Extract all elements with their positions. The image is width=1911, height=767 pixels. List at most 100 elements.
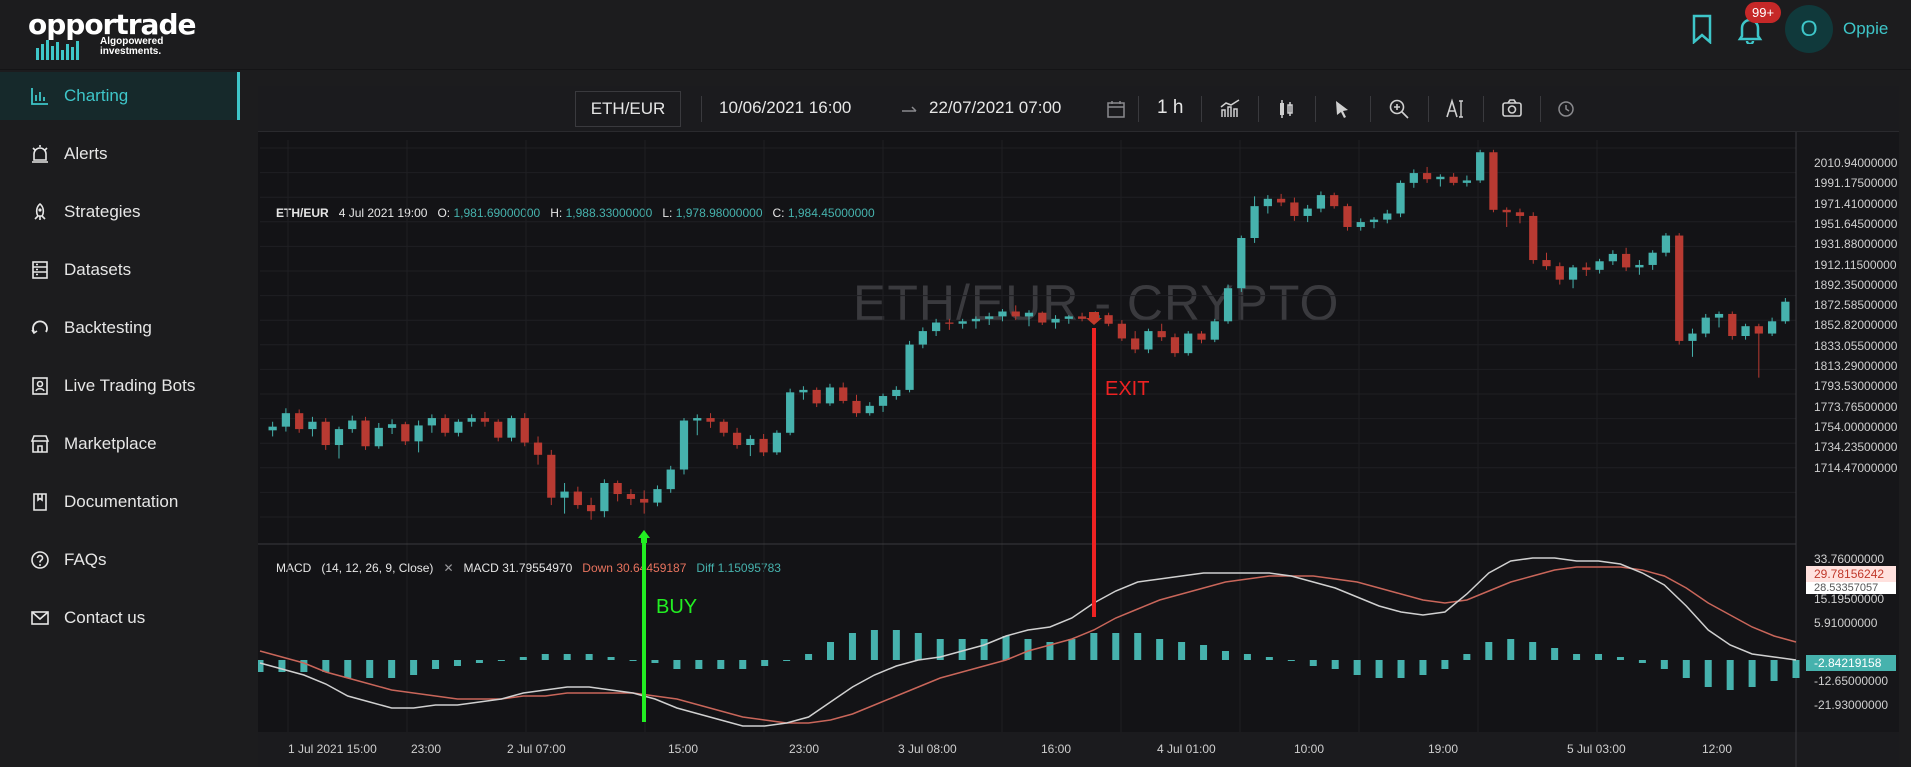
- toolbar-divider: [1540, 96, 1541, 122]
- macd-histogram-bar: [980, 639, 988, 660]
- macd-histogram-bar: [848, 633, 856, 660]
- calendar-icon[interactable]: [1105, 98, 1127, 120]
- macd-histogram-bar: [1112, 633, 1120, 660]
- candle-body: [1502, 209, 1511, 213]
- time-tick-label: 12:00: [1702, 742, 1733, 756]
- sidebar-item-datasets[interactable]: Datasets: [0, 246, 240, 294]
- macd-histogram-bar: [673, 660, 681, 669]
- candlestick-type-icon[interactable]: [1275, 98, 1297, 120]
- sidebar-item-backtesting[interactable]: Backtesting: [0, 304, 240, 352]
- end-date-input[interactable]: 22/07/2021 07:00: [929, 98, 1061, 118]
- logo-bars-icon: [36, 40, 79, 60]
- sidebar-item-alerts[interactable]: Alerts: [0, 130, 240, 178]
- candle-body: [374, 427, 383, 447]
- sidebar-item-marketplace[interactable]: Marketplace: [0, 420, 240, 468]
- cursor-icon[interactable]: [1331, 98, 1353, 120]
- screenshot-icon[interactable]: [1501, 98, 1523, 120]
- candle-body: [520, 418, 529, 443]
- price-tick-label: 1714.47000000: [1814, 460, 1898, 475]
- chart-area[interactable]: ETH/EUR 10/06/2021 16:00 22/07/2021 07:0…: [258, 86, 1899, 767]
- candle-body: [719, 421, 728, 433]
- candle-body: [1290, 202, 1299, 216]
- candle-body: [626, 494, 636, 499]
- macd-tick-label: 5.91000000: [1814, 616, 1878, 630]
- time-tick-label: 15:00: [668, 742, 699, 756]
- sidebar-item-label: Datasets: [64, 260, 132, 279]
- macd-histogram-bar: [870, 630, 878, 660]
- symbol-selector[interactable]: ETH/EUR: [575, 91, 681, 127]
- candle-body: [1250, 206, 1259, 238]
- avatar[interactable]: O: [1785, 5, 1833, 53]
- clock-icon[interactable]: [1557, 100, 1575, 118]
- sidebar-item-live-trading-bots[interactable]: Live Trading Bots: [0, 362, 240, 410]
- candle-body: [1476, 152, 1485, 181]
- document-icon: [33, 493, 47, 511]
- sidebar-item-faqs[interactable]: FAQs: [0, 536, 240, 584]
- candle-body: [1383, 213, 1392, 220]
- interval-selector[interactable]: 1 h: [1157, 97, 1183, 119]
- candle-body: [1781, 301, 1790, 322]
- price-tick-label: 1813.29000000: [1814, 359, 1898, 373]
- price-chart-canvas[interactable]: [258, 132, 1899, 767]
- macd-histogram-bar: [1660, 660, 1668, 669]
- sidebar-item-label: Backtesting: [64, 318, 152, 337]
- macd-histogram-bar: [1156, 639, 1164, 660]
- indicators-icon[interactable]: [1219, 98, 1241, 120]
- sidebar-item-label: Strategies: [64, 202, 141, 221]
- candle-body: [1210, 321, 1219, 340]
- candle-body: [998, 311, 1007, 317]
- candle-body: [401, 424, 410, 442]
- mail-icon: [31, 611, 49, 625]
- macd-histogram-bar: [914, 633, 922, 660]
- macd-histogram-bar: [717, 660, 725, 669]
- candle-body: [441, 418, 450, 433]
- macd-histogram-bar: [519, 657, 527, 660]
- candle-body: [1303, 208, 1312, 216]
- opportrade-logo[interactable]: opportrade Algopowered investments.: [28, 8, 196, 60]
- macd-histogram-bar: [761, 660, 769, 666]
- candle-body: [958, 321, 967, 324]
- zoom-in-icon[interactable]: [1388, 98, 1410, 120]
- candle-body: [799, 389, 808, 393]
- candle-body: [1343, 206, 1352, 227]
- macd-histogram-bar: [1616, 657, 1624, 660]
- candle-body: [905, 344, 914, 390]
- toolbar-divider: [1370, 96, 1371, 122]
- time-tick-label: 1 Jul 2021 15:00: [288, 742, 377, 756]
- text-tool-icon[interactable]: [1444, 98, 1466, 120]
- logo-tagline-line2: investments.: [100, 46, 162, 57]
- sidebar-item-contact-us[interactable]: Contact us: [0, 594, 240, 642]
- price-tick-label: 1912.11500000: [1814, 257, 1897, 272]
- time-tick-label: 3 Jul 08:00: [898, 742, 957, 756]
- macd-histogram-bar: [1704, 660, 1712, 687]
- candle-body: [547, 454, 556, 498]
- macd-histogram-bar: [1265, 657, 1273, 660]
- bookmark-icon[interactable]: [1690, 14, 1714, 44]
- candle-body: [1555, 266, 1564, 280]
- start-date-input[interactable]: 10/06/2021 16:00: [719, 98, 851, 118]
- macd-histogram-bar: [783, 660, 791, 661]
- notification-badge: 99+: [1745, 2, 1782, 23]
- macd-histogram-bar: [1726, 660, 1734, 690]
- logo-tagline: Algopowered investments.: [100, 37, 163, 57]
- sidebar-item-strategies[interactable]: Strategies: [0, 188, 240, 236]
- candle-body: [1157, 331, 1166, 338]
- toolbar-divider: [1201, 96, 1202, 122]
- candle-body: [825, 387, 835, 404]
- candle-body: [666, 469, 675, 490]
- macd-tick-label: -12.65000000: [1814, 674, 1889, 688]
- macd-histogram-bar: [541, 654, 549, 660]
- candle-body: [1263, 198, 1272, 207]
- candle-body: [892, 389, 901, 397]
- candle-body: [1728, 313, 1737, 336]
- username[interactable]: Oppie: [1843, 19, 1888, 39]
- candle-body: [321, 421, 330, 446]
- candle-body: [878, 396, 888, 406]
- candle-body: [1409, 173, 1418, 183]
- sidebar-item-documentation[interactable]: Documentation: [0, 478, 240, 526]
- macd-histogram-bar: [805, 654, 813, 660]
- price-tick-label: 2010.94000000: [1814, 156, 1898, 170]
- candle-body: [1369, 219, 1379, 223]
- sidebar-item-charting[interactable]: Charting: [0, 72, 240, 120]
- history-icon: [31, 320, 48, 335]
